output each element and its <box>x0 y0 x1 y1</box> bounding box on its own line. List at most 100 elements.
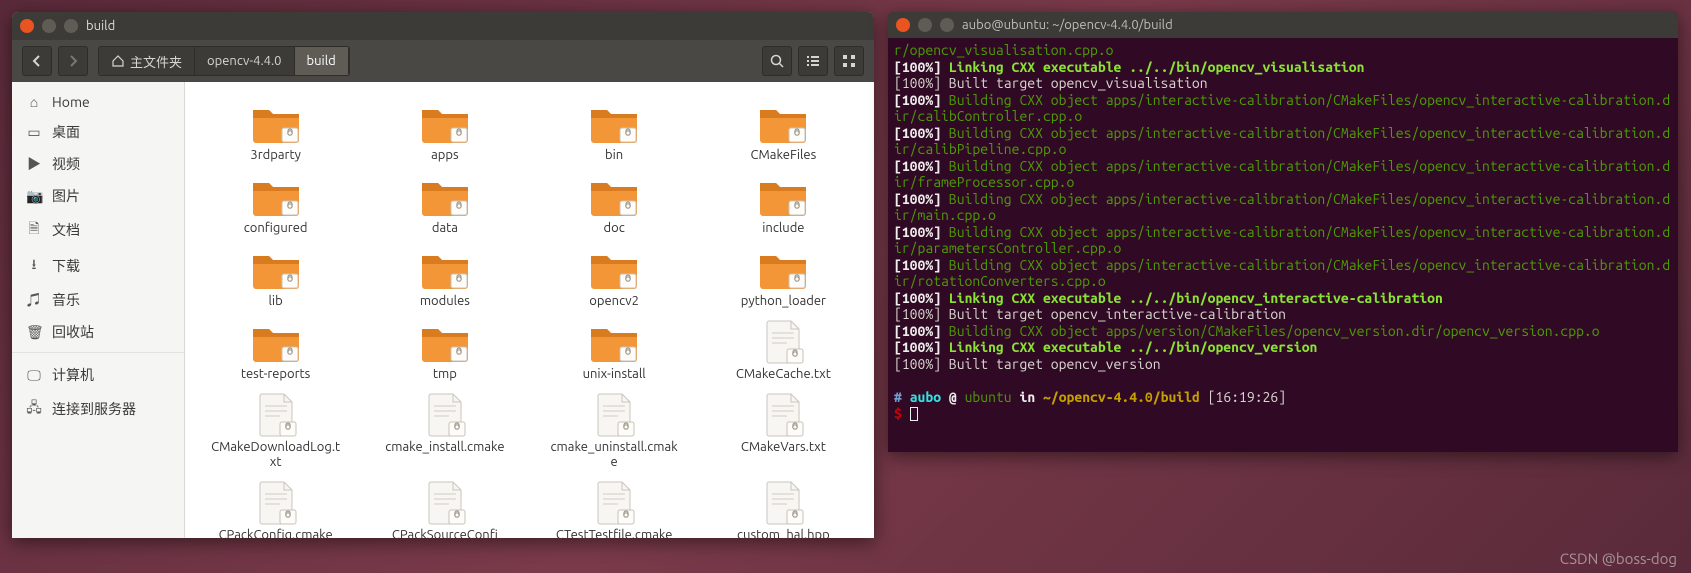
breadcrumb-home[interactable]: 主文件夹 <box>99 47 195 75</box>
file-item[interactable]: CMakeVars.txt <box>699 392 868 474</box>
sidebar-item[interactable]: 🖧连接到服务器 <box>12 391 184 427</box>
sidebar-item[interactable]: ▶视频 <box>12 148 184 180</box>
sidebar-item[interactable]: 📷 图片 <box>12 180 184 212</box>
file-item[interactable]: CPackConfig.cmake <box>191 480 360 538</box>
file-item[interactable]: CMakeDownloadLog.txt <box>191 392 360 474</box>
breadcrumb-seg-opencv[interactable]: opencv-4.4.0 <box>195 47 295 75</box>
chevron-right-icon <box>66 54 80 68</box>
folder-icon <box>419 319 471 365</box>
window-minimize-icon[interactable] <box>42 19 56 33</box>
sidebar-item[interactable]: 🗑 回收站 <box>12 316 184 353</box>
sidebar-item[interactable]: ♫音乐 <box>12 284 184 316</box>
folder-icon <box>419 173 471 219</box>
sidebar-item-label: 回收站 <box>52 322 94 342</box>
folder-icon <box>250 319 302 365</box>
folder-item[interactable]: python_loader <box>699 246 868 313</box>
item-label: cmake_uninstall.cmake <box>549 440 679 470</box>
file-item[interactable]: custom_hal.hpp <box>699 480 868 538</box>
folder-icon <box>419 246 471 292</box>
sidebar-icon: ⭳ <box>26 254 42 278</box>
sidebar-item-label: 视频 <box>52 154 80 174</box>
fm-title: build <box>86 19 115 33</box>
folder-icon <box>588 100 640 146</box>
folder-item[interactable]: include <box>699 173 868 240</box>
term-minimize-icon[interactable] <box>918 18 932 32</box>
file-item[interactable]: CPackSourceConfi <box>360 480 529 538</box>
folder-item[interactable]: test-reports <box>191 319 360 386</box>
file-item[interactable]: CTestTestfile.cmake <box>530 480 699 538</box>
item-label: tmp <box>433 367 457 382</box>
folder-item[interactable]: modules <box>360 246 529 313</box>
list-icon <box>805 53 821 69</box>
sidebar-item-label: 图片 <box>52 186 80 206</box>
item-label: CPackSourceConfi <box>392 528 498 538</box>
item-label: bin <box>605 148 623 163</box>
sidebar-icon: ⌂ <box>26 94 42 110</box>
chevron-left-icon <box>30 54 44 68</box>
item-label: data <box>432 221 458 236</box>
item-label: include <box>762 221 804 236</box>
search-button[interactable] <box>762 46 792 76</box>
sidebar-item[interactable]: ⭳下载 <box>12 248 184 284</box>
item-label: modules <box>420 294 470 309</box>
sidebar-item-label: 计算机 <box>52 365 94 385</box>
fm-titlebar[interactable]: build <box>12 12 874 40</box>
nav-back-button[interactable] <box>22 46 52 76</box>
item-label: cmake_install.cmake <box>385 440 504 455</box>
folder-item[interactable]: configured <box>191 173 360 240</box>
grid-view-button[interactable] <box>834 46 864 76</box>
item-label: CMakeVars.txt <box>741 440 826 455</box>
item-label: configured <box>244 221 308 236</box>
fm-icon-grid[interactable]: 3rdparty apps bin CMakeFiles configured data d… <box>185 82 874 538</box>
folder-icon <box>588 173 640 219</box>
folder-item[interactable]: 3rdparty <box>191 100 360 167</box>
grid-icon <box>841 53 857 69</box>
file-item[interactable]: cmake_install.cmake <box>360 392 529 474</box>
item-label: CMakeDownloadLog.txt <box>211 440 341 470</box>
file-item[interactable]: CMakeCache.txt <box>699 319 868 386</box>
window-close-icon[interactable] <box>20 19 34 33</box>
sidebar-icon: ♫ <box>26 290 42 310</box>
window-maximize-icon[interactable] <box>64 19 78 33</box>
item-label: CPackConfig.cmake <box>219 528 333 538</box>
term-titlebar[interactable]: aubo@ubuntu: ~/opencv-4.4.0/build <box>888 12 1678 38</box>
sidebar-icon: 📷 <box>26 188 42 205</box>
file-item[interactable]: cmake_uninstall.cmake <box>530 392 699 474</box>
term-close-icon[interactable] <box>896 18 910 32</box>
folder-item[interactable]: lib <box>191 246 360 313</box>
folder-item[interactable]: opencv2 <box>530 246 699 313</box>
folder-item[interactable]: bin <box>530 100 699 167</box>
folder-icon <box>250 100 302 146</box>
sidebar-icon: 🗑 <box>26 324 42 341</box>
item-label: CMakeCache.txt <box>736 367 831 382</box>
file-manager-window: build 主文件夹 opencv-4.4.0 build ⌂Home▭桌面▶视… <box>12 12 874 538</box>
folder-item[interactable]: data <box>360 173 529 240</box>
terminal-body[interactable]: r/opencv_visualisation.cpp.o [100%] Link… <box>888 38 1678 452</box>
folder-item[interactable]: unix-install <box>530 319 699 386</box>
term-maximize-icon[interactable] <box>940 18 954 32</box>
folder-icon <box>419 100 471 146</box>
folder-icon <box>250 246 302 292</box>
nav-forward-button[interactable] <box>58 46 88 76</box>
folder-item[interactable]: tmp <box>360 319 529 386</box>
list-view-button[interactable] <box>798 46 828 76</box>
sidebar-icon: 🗎 <box>26 218 42 242</box>
folder-item[interactable]: apps <box>360 100 529 167</box>
item-label: CMakeFiles <box>751 148 817 163</box>
file-icon <box>419 480 471 526</box>
item-label: apps <box>431 148 459 163</box>
folder-item[interactable]: doc <box>530 173 699 240</box>
item-label: 3rdparty <box>250 148 300 163</box>
file-icon <box>250 392 302 438</box>
sidebar-item[interactable]: 🖵计算机 <box>12 359 184 391</box>
folder-item[interactable]: CMakeFiles <box>699 100 868 167</box>
sidebar-item[interactable]: ▭桌面 <box>12 116 184 148</box>
file-icon <box>588 392 640 438</box>
sidebar-icon: 🖧 <box>26 397 42 421</box>
term-title: aubo@ubuntu: ~/opencv-4.4.0/build <box>962 18 1173 32</box>
terminal-window: aubo@ubuntu: ~/opencv-4.4.0/build r/open… <box>888 12 1678 452</box>
sidebar-item[interactable]: 🗎文档 <box>12 212 184 248</box>
home-icon <box>111 54 125 68</box>
breadcrumb-seg-build[interactable]: build <box>295 47 349 75</box>
sidebar-item[interactable]: ⌂Home <box>12 88 184 116</box>
